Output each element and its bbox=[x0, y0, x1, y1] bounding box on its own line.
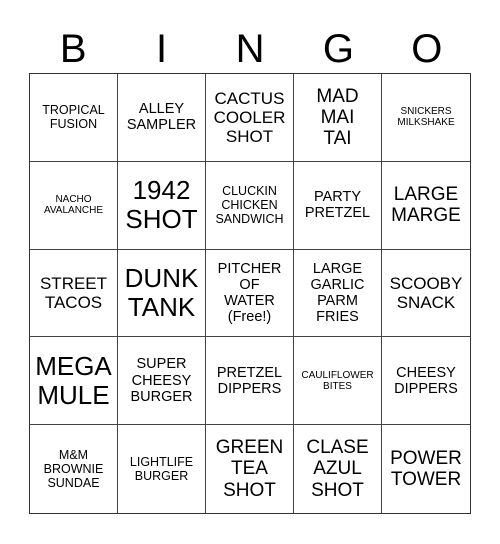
bingo-cell[interactable]: GREEN TEA SHOT bbox=[206, 425, 294, 513]
bingo-cell[interactable]: CAULIFLOWER BITES bbox=[294, 337, 382, 426]
bingo-cell[interactable]: 1942 SHOT bbox=[118, 161, 206, 250]
bingo-cell[interactable]: CLUCKIN CHICKEN SANDWICH bbox=[206, 161, 294, 250]
bingo-cell[interactable]: PARTY PRETZEL bbox=[294, 161, 382, 250]
bingo-cell[interactable]: POWER TOWER bbox=[382, 425, 470, 513]
bingo-cell[interactable]: MAD MAI TAI bbox=[294, 74, 382, 162]
bingo-cell[interactable]: LARGE GARLIC PARM FRIES bbox=[294, 249, 382, 338]
bingo-cell[interactable]: CLASE AZUL SHOT bbox=[294, 425, 382, 513]
header-letter-b: B bbox=[59, 27, 87, 71]
bingo-cell[interactable]: MEGA MULE bbox=[30, 337, 118, 426]
bingo-cell[interactable]: LARGE MARGE bbox=[382, 162, 470, 250]
bingo-cell[interactable]: ALLEY SAMPLER bbox=[118, 74, 206, 162]
bingo-cell[interactable]: SUPER CHEESY BURGER bbox=[118, 337, 206, 426]
bingo-cell[interactable]: LIGHTLIFE BURGER bbox=[118, 425, 206, 513]
bingo-cell[interactable]: CHEESY DIPPERS bbox=[382, 337, 470, 426]
header-letter-n: N bbox=[235, 27, 265, 71]
bingo-cell[interactable]: PRETZEL DIPPERS bbox=[206, 337, 294, 426]
bingo-cell[interactable]: TROPICAL FUSION bbox=[30, 74, 118, 162]
bingo-cell[interactable]: NACHO AVALANCHE bbox=[30, 161, 118, 250]
bingo-cell[interactable]: SCOOBY SNACK bbox=[382, 250, 470, 338]
bingo-cell[interactable]: CACTUS COOLER SHOT bbox=[206, 74, 294, 162]
header-letter-g: G bbox=[322, 27, 354, 71]
bingo-card-grid: TROPICAL FUSION ALLEY SAMPLER CACTUS COOLE… bbox=[29, 73, 471, 514]
bingo-cell[interactable]: PITCHER OF WATER (Free!) bbox=[206, 249, 294, 338]
bingo-cell[interactable]: M&M BROWNIE SUNDAE bbox=[30, 425, 118, 513]
header-letter-i: I bbox=[156, 27, 168, 71]
bingo-header: B I N G O bbox=[29, 24, 471, 74]
bingo-cell[interactable]: DUNK TANK bbox=[118, 249, 206, 338]
bingo-cell[interactable]: STREET TACOS bbox=[30, 249, 118, 338]
bingo-cell[interactable]: SNICKERS MILKSHAKE bbox=[382, 74, 470, 162]
header-letter-o: O bbox=[411, 27, 443, 71]
